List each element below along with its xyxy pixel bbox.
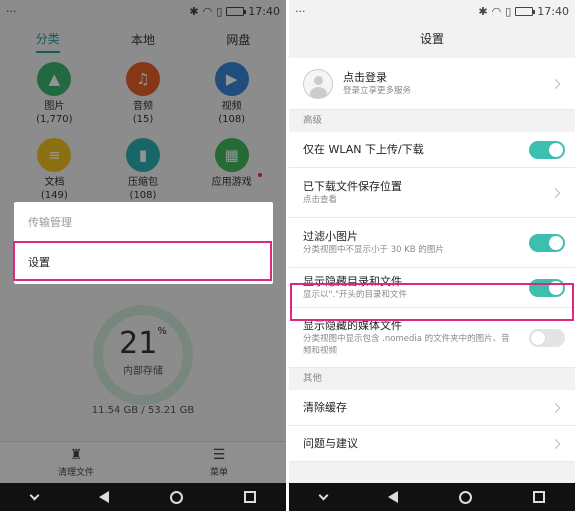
sim-icon: ▯ <box>505 4 512 18</box>
setting-subtitle: 点击查看 <box>303 195 338 205</box>
setting-title: 清除缓存 <box>303 401 347 414</box>
login-subtitle: 登录立享更多服务 <box>343 86 412 96</box>
setting-subtitle: 分类视图中显示包含 .nomedia 的文件夹中的图片、音频和视频 <box>303 334 510 356</box>
setting-clear-cache[interactable]: 清除缓存 <box>289 390 575 426</box>
page-title: 设置 <box>419 32 444 46</box>
bluetooth-icon: ✱ <box>478 4 488 18</box>
status-time: 17:40 <box>537 4 569 18</box>
setting-download-location[interactable]: 已下载文件保存位置 点击查看 <box>289 168 575 218</box>
login-row[interactable]: 点击登录 登录立享更多服务 <box>289 58 575 110</box>
setting-title: 问题与建议 <box>303 437 358 450</box>
setting-subtitle: 显示以"."开头的目录和文件 <box>303 290 408 300</box>
recents-icon[interactable] <box>532 491 545 503</box>
wifi-icon: ◠ <box>491 4 502 18</box>
android-nav-bar <box>289 483 575 511</box>
setting-feedback[interactable]: 问题与建议 <box>289 426 575 462</box>
setting-wlan-only[interactable]: 仅在 WLAN 下上传/下载 <box>289 132 575 168</box>
screenshot-root: ··· ✱ ◠ ▯ 17:40 分类 本地 网盘 ▲ 图片 (1,770) ♫ … <box>0 0 575 511</box>
section-header-advanced: 高级 <box>289 110 575 132</box>
file-manager-screen: ··· ✱ ◠ ▯ 17:40 分类 本地 网盘 ▲ 图片 (1,770) ♫ … <box>0 0 286 511</box>
avatar <box>303 68 333 99</box>
collapse-icon[interactable] <box>29 490 39 500</box>
back-icon[interactable] <box>98 491 109 503</box>
setting-subtitle: 分类视图中不显示小于 30 KB 的图片 <box>303 245 444 255</box>
filter-small-images-toggle[interactable] <box>529 233 565 252</box>
login-title: 点击登录 <box>343 71 387 84</box>
setting-show-hidden-files[interactable]: 显示隐藏目录和文件 显示以"."开头的目录和文件 <box>289 268 575 308</box>
battery-icon <box>515 6 536 16</box>
wlan-only-toggle[interactable] <box>529 140 565 159</box>
section-header-other: 其他 <box>289 368 575 390</box>
setting-show-hidden-media[interactable]: 显示隐藏的媒体文件 分类视图中显示包含 .nomedia 的文件夹中的图片、音频… <box>289 308 575 368</box>
recents-icon[interactable] <box>243 491 256 503</box>
settings-list: 点击登录 登录立享更多服务 高级 仅在 WLAN 下上传/下载 已下载文件保存位… <box>289 58 575 462</box>
setting-filter-small-images[interactable]: 过滤小图片 分类视图中不显示小于 30 KB 的图片 <box>289 218 575 268</box>
collapse-icon[interactable] <box>318 490 328 500</box>
status-bar: ··· ✱ ◠ ▯ 17:40 <box>289 0 575 22</box>
home-icon[interactable] <box>458 490 472 504</box>
settings-screen: ··· ✱ ◠ ▯ 17:40 设置 点击登录 登录立享更多服务 高级 仅在 W… <box>289 0 575 511</box>
show-hidden-media-toggle[interactable] <box>529 328 565 347</box>
android-nav-bar <box>0 483 286 511</box>
setting-title: 已下载文件保存位置 <box>303 180 402 193</box>
notification-dots: ··· <box>295 4 306 18</box>
home-icon[interactable] <box>169 490 183 504</box>
show-hidden-files-toggle[interactable] <box>529 278 565 297</box>
highlight-box <box>13 241 272 281</box>
back-icon[interactable] <box>387 491 398 503</box>
menu-item-transfer[interactable]: 传输管理 <box>14 202 273 242</box>
